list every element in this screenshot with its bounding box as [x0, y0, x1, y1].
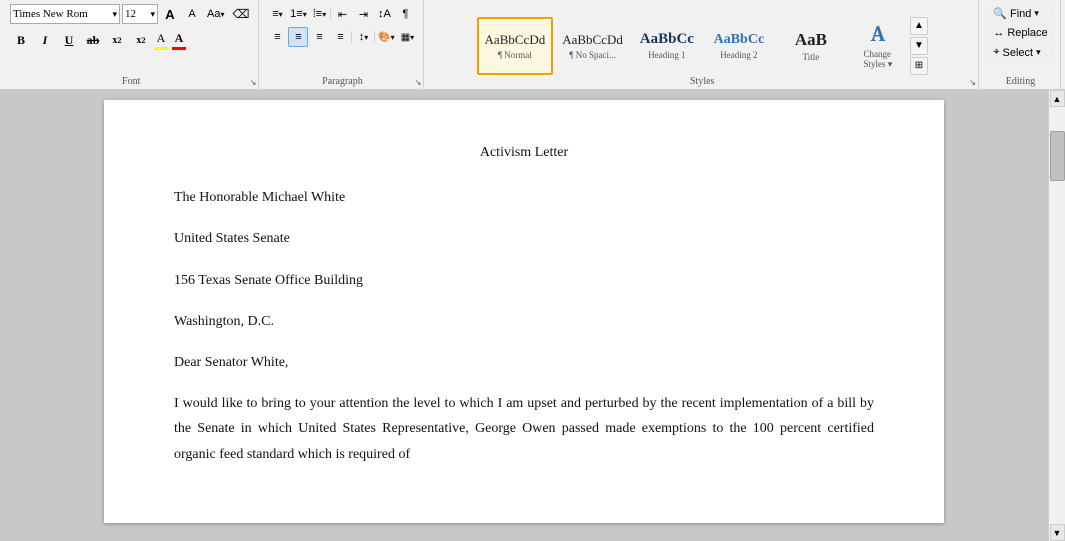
bullets-button[interactable]: ≡▾ [267, 4, 287, 24]
bold-button[interactable]: B [10, 29, 32, 51]
line-spacing-button[interactable]: ↕▾ [353, 27, 373, 47]
align-left-button[interactable]: ≡ [267, 27, 287, 47]
styles-scroll-arrows: ▲ ▼ ⊞ [910, 17, 928, 75]
styles-group: AaBbCcDd ¶ Normal AaBbCcDd ¶ No Spaci...… [426, 0, 979, 89]
style-change-styles[interactable]: A ChangeStyles ▾ [848, 17, 908, 75]
subscript-button[interactable]: x2 [106, 29, 128, 51]
font-color-button[interactable]: A [172, 31, 186, 50]
address-line3: 156 Texas Senate Office Building [174, 268, 874, 293]
font-group-label: Font [4, 76, 258, 87]
address-line4: Washington, D.C. [174, 309, 874, 334]
replace-label: Replace [1007, 27, 1047, 39]
justify-button[interactable]: ≡ [330, 27, 350, 47]
styles-more[interactable]: ⊞ [910, 57, 928, 75]
strikethrough-button[interactable]: ab [82, 29, 104, 51]
document-title: Activism Letter [174, 140, 874, 165]
shrink-font-button[interactable]: A [182, 4, 202, 24]
underline-button[interactable]: U [58, 29, 80, 51]
find-label: Find [1010, 8, 1031, 20]
style-normal-preview: AaBbCcDd [485, 32, 546, 48]
replace-button[interactable]: ↔ Replace [988, 24, 1052, 42]
borders-button[interactable]: ▦▾ [397, 27, 417, 47]
styles-gallery: AaBbCcDd ¶ Normal AaBbCcDd ¶ No Spaci...… [477, 17, 908, 75]
select-button[interactable]: ⌖ Select ▾ [988, 43, 1052, 62]
styles-group-label: Styles [426, 76, 978, 87]
scroll-down-button[interactable]: ▼ [1050, 524, 1065, 541]
address-line1: The Honorable Michael White [174, 185, 874, 210]
document-scroll-area[interactable]: Activism Letter The Honorable Michael Wh… [0, 90, 1048, 541]
editing-group-label: Editing [981, 76, 1060, 87]
sort-button[interactable]: ↕A [374, 4, 394, 24]
select-arrow-icon: ▾ [1036, 47, 1041, 58]
italic-button[interactable]: I [34, 29, 56, 51]
address-line2: United States Senate [174, 226, 874, 251]
style-no-spacing[interactable]: AaBbCcDd ¶ No Spaci... [555, 17, 630, 75]
find-button[interactable]: 🔍 Find ▾ [988, 4, 1052, 23]
font-size-dropdown-icon[interactable]: ▾ [150, 9, 155, 20]
font-name-dropdown-icon[interactable]: ▾ [112, 9, 117, 20]
paragraph-group-label: Paragraph [261, 76, 423, 87]
style-normal-label: ¶ Normal [498, 50, 532, 60]
app-window: Times New Rom ▾ 12 ▾ A A Aa▾ ⌫ B [0, 0, 1065, 541]
page[interactable]: Activism Letter The Honorable Michael Wh… [104, 100, 944, 523]
font-group-dialog-launcher[interactable]: ↘ [250, 78, 257, 87]
scrollbar-thumb[interactable] [1050, 131, 1065, 181]
style-heading2-label: Heading 2 [720, 50, 757, 60]
grow-font-button[interactable]: A [160, 4, 180, 24]
style-no-spacing-preview: AaBbCcDd [562, 32, 623, 48]
select-icon: ⌖ [993, 46, 999, 59]
find-arrow-icon: ▾ [1034, 8, 1039, 19]
font-size-box[interactable]: 12 ▾ [122, 4, 158, 24]
style-title[interactable]: AaB Title [776, 17, 846, 75]
style-heading2-preview: AaBbCc [714, 32, 765, 48]
replace-icon: ↔ [993, 27, 1004, 39]
style-no-spacing-label: ¶ No Spaci... [569, 50, 615, 60]
font-group: Times New Rom ▾ 12 ▾ A A Aa▾ ⌫ B [4, 0, 259, 89]
change-case-button[interactable]: Aa▾ [204, 4, 227, 24]
find-icon: 🔍 [993, 7, 1007, 20]
style-change-styles-preview: A [871, 21, 885, 47]
font-size-text: 12 [125, 8, 136, 20]
increase-indent-button[interactable]: ⇥ [353, 4, 373, 24]
body-paragraph1: I would like to bring to your attention … [174, 391, 874, 467]
style-normal[interactable]: AaBbCcDd ¶ Normal [477, 17, 554, 75]
superscript-button[interactable]: x2 [130, 29, 152, 51]
multilevel-button[interactable]: ⁞≡▾ [309, 4, 329, 24]
clear-format-button[interactable]: ⌫ [229, 4, 252, 24]
select-label: Select [1003, 47, 1034, 59]
style-heading1-preview: AaBbCc [640, 31, 694, 48]
align-right-button[interactable]: ≡ [309, 27, 329, 47]
align-center-button[interactable]: ≡ [288, 27, 308, 47]
shading-button[interactable]: 🎨▾ [376, 27, 396, 47]
show-formatting-button[interactable]: ¶ [395, 4, 415, 24]
numbering-button[interactable]: 1≡▾ [288, 4, 308, 24]
salutation: Dear Senator White, [174, 350, 874, 375]
paragraph-group: ≡▾ 1≡▾ ⁞≡▾ ⇤ ⇥ ↕A ¶ ≡ ≡ ≡ ≡ [261, 0, 424, 89]
styles-scroll-up[interactable]: ▲ [910, 17, 928, 35]
font-name-box[interactable]: Times New Rom ▾ [10, 4, 120, 24]
document-area: Activism Letter The Honorable Michael Wh… [0, 90, 1065, 541]
styles-scroll-down[interactable]: ▼ [910, 37, 928, 55]
styles-group-dialog-launcher[interactable]: ↘ [969, 78, 976, 87]
style-title-label: Title [803, 52, 820, 62]
paragraph-group-dialog-launcher[interactable]: ↘ [415, 78, 422, 87]
text-highlight-button[interactable]: A [154, 31, 168, 50]
style-heading1-label: Heading 1 [648, 50, 685, 60]
style-heading1[interactable]: AaBbCc Heading 1 [632, 17, 702, 75]
decrease-indent-button[interactable]: ⇤ [332, 4, 352, 24]
style-heading2[interactable]: AaBbCc Heading 2 [704, 17, 774, 75]
style-change-styles-label: ChangeStyles ▾ [864, 49, 893, 70]
style-title-preview: AaB [795, 30, 827, 50]
ribbon: Times New Rom ▾ 12 ▾ A A Aa▾ ⌫ B [0, 0, 1065, 90]
scroll-up-button[interactable]: ▲ [1050, 90, 1065, 107]
vertical-scrollbar[interactable]: ▲ ▼ [1048, 90, 1065, 541]
editing-group: 🔍 Find ▾ ↔ Replace ⌖ Select ▾ Editing [981, 0, 1061, 89]
font-name-text: Times New Rom [13, 8, 88, 20]
